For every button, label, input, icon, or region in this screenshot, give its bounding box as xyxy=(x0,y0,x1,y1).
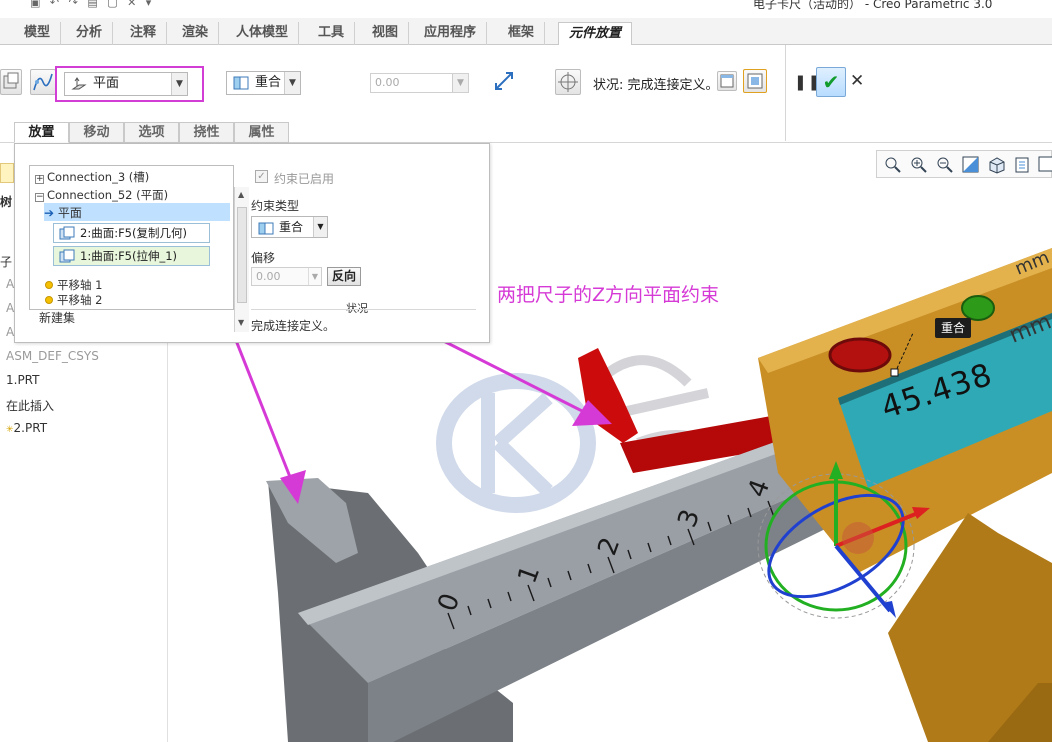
constraint-enabled-checkbox[interactable]: ✓ xyxy=(255,170,268,183)
status-text: 状况: 完成连接定义。 xyxy=(593,78,719,93)
refit-icon[interactable] xyxy=(883,155,902,174)
new-component-star-icon: ✳ xyxy=(6,425,14,435)
tab-analysis[interactable]: 分析 xyxy=(66,22,114,45)
chevron-down-icon[interactable]: ▼ xyxy=(313,217,327,237)
scroll-up-icon[interactable]: ▲ xyxy=(238,190,244,199)
repaint-icon[interactable] xyxy=(961,155,980,174)
axis-dot-icon xyxy=(45,296,53,304)
ribbon-tab-bar: 模型 分析 注释 渲染 人体模型 工具 视图 应用程序 框架 元件放置 xyxy=(0,18,1052,46)
chevron-down-icon[interactable]: ▼ xyxy=(284,72,300,94)
tree-tab-label[interactable]: 树 xyxy=(0,193,12,210)
tree-item[interactable]: ✳2.PRT xyxy=(6,421,47,435)
panel-constraint-type-combo[interactable]: 重合 ▼ xyxy=(251,216,328,238)
panel-offset-combo[interactable]: 0.00 ▼ xyxy=(251,267,322,286)
surface-reference-icon xyxy=(59,226,75,240)
reference-item[interactable]: 2:曲面:F5(复制几何) xyxy=(53,223,210,243)
connection-item[interactable]: − Connection_52 (平面) xyxy=(35,187,168,203)
saved-orientations-icon[interactable] xyxy=(987,155,1006,174)
zoom-out-icon[interactable] xyxy=(935,155,954,174)
panel-status-text: 完成连接定义。 xyxy=(251,319,336,333)
datum-display-icon[interactable] xyxy=(1037,155,1052,174)
tree-item[interactable]: A xyxy=(6,301,14,315)
mechanism-icon[interactable] xyxy=(30,69,56,95)
reference-item[interactable]: 1:曲面:F5(拉伸_1) xyxy=(53,246,210,266)
subtab-flexibility[interactable]: 挠性 xyxy=(179,122,234,143)
surface-reference-icon xyxy=(59,249,75,263)
quick-access-toolbar[interactable]: ▣ ↶ ↷ ▤ ▢ ✕ ▾ xyxy=(30,0,154,9)
flip-button[interactable]: 反向 xyxy=(327,267,361,286)
axis-item[interactable]: 平移轴 2 xyxy=(45,292,102,308)
subtab-move[interactable]: 移动 xyxy=(69,122,124,143)
tree-item[interactable]: 在此插入 xyxy=(6,397,54,414)
status-group-label: 状况 xyxy=(343,300,371,316)
tab-component-placement[interactable]: 元件放置 xyxy=(558,22,633,46)
annotation-highlight-box xyxy=(55,66,204,102)
tab-applications[interactable]: 应用程序 xyxy=(414,22,488,45)
panel-constraint-type-value: 重合 xyxy=(279,220,304,234)
offset-label: 偏移 xyxy=(251,251,276,265)
ok-button[interactable]: ✔ xyxy=(816,67,846,97)
axis-dot-icon xyxy=(45,281,53,289)
constraint-type-value: 重合 xyxy=(255,75,282,90)
tab-tools[interactable]: 工具 xyxy=(308,22,356,45)
constraint-type-combo[interactable]: 重合 ▼ xyxy=(226,71,301,95)
axis-item[interactable]: 平移轴 1 xyxy=(45,277,102,293)
tree-item[interactable]: 子 xyxy=(0,253,12,270)
constraint-tag[interactable]: 重合 xyxy=(935,318,972,338)
connection-item[interactable]: + Connection_3 (槽) xyxy=(35,169,149,185)
collapse-icon[interactable]: − xyxy=(35,193,44,202)
constraint-enabled-label: 约束已启用 xyxy=(274,172,335,186)
tree-item[interactable]: A xyxy=(6,325,14,339)
scrollbar-thumb[interactable] xyxy=(237,207,247,303)
arrow-right-icon: ➔ xyxy=(44,206,55,220)
offset-value: 0.00 xyxy=(375,76,400,89)
zoom-in-icon[interactable] xyxy=(909,155,928,174)
offset-combo[interactable]: 0.00 ▼ xyxy=(370,73,469,93)
constraint-type-label: 约束类型 xyxy=(251,199,300,213)
tree-item[interactable]: A xyxy=(6,277,14,291)
annotation-text: 两把尺子的Z方向平面约束 xyxy=(497,284,720,306)
tree-folder-icon[interactable] xyxy=(0,163,14,183)
chevron-down-icon[interactable]: ▼ xyxy=(308,268,321,285)
tab-model[interactable]: 模型 xyxy=(14,22,62,45)
status-divider xyxy=(251,309,476,310)
tree-item[interactable]: ASM_DEF_CSYS xyxy=(6,349,99,363)
new-set-link[interactable]: 新建集 xyxy=(39,309,75,326)
list-scrollbar[interactable]: ▲ ▼ xyxy=(234,187,249,332)
coincident-icon xyxy=(258,221,274,241)
tab-framework[interactable]: 框架 xyxy=(498,22,546,45)
title-bar: ▣ ↶ ↷ ▤ ▢ ✕ ▾ 电子卡尺（活动的） - Creo Parametri… xyxy=(0,0,1052,18)
user-defined-icon[interactable] xyxy=(0,69,22,95)
scroll-down-icon[interactable]: ▼ xyxy=(238,318,244,327)
tab-view[interactable]: 视图 xyxy=(362,22,410,45)
connection-list[interactable]: + Connection_3 (槽) − Connection_52 (平面) ➔ … xyxy=(29,165,249,332)
flip-direction-icon[interactable] xyxy=(492,69,518,95)
subtab-options[interactable]: 选项 xyxy=(124,122,179,143)
chevron-down-icon[interactable]: ▼ xyxy=(452,74,468,92)
separate-window-icon[interactable] xyxy=(717,71,737,91)
tab-manikin[interactable]: 人体模型 xyxy=(226,22,300,45)
tab-render[interactable]: 渲染 xyxy=(172,22,220,45)
window-title: 电子卡尺（活动的） - Creo Parametric 3.0 xyxy=(753,0,993,11)
subtab-placement[interactable]: 放置 xyxy=(14,122,69,143)
component-drag-icon[interactable] xyxy=(555,69,581,95)
active-constraint[interactable]: ➔ 平面 xyxy=(44,204,82,221)
ribbon-separator xyxy=(785,45,786,141)
tab-annotate[interactable]: 注释 xyxy=(120,22,168,45)
placement-panel: + Connection_3 (槽) − Connection_52 (平面) ➔ … xyxy=(14,143,490,343)
expand-icon[interactable]: + xyxy=(35,175,44,184)
tree-item[interactable]: 1.PRT xyxy=(6,373,39,387)
panel-offset-value: 0.00 xyxy=(256,270,281,283)
view-toolbar xyxy=(876,150,1052,178)
display-style-icon[interactable] xyxy=(1013,155,1032,174)
subtab-properties[interactable]: 属性 xyxy=(234,122,289,143)
coincident-icon xyxy=(233,76,249,90)
assembly-window-icon[interactable] xyxy=(743,69,767,93)
cancel-button[interactable]: ✕ xyxy=(850,71,864,91)
